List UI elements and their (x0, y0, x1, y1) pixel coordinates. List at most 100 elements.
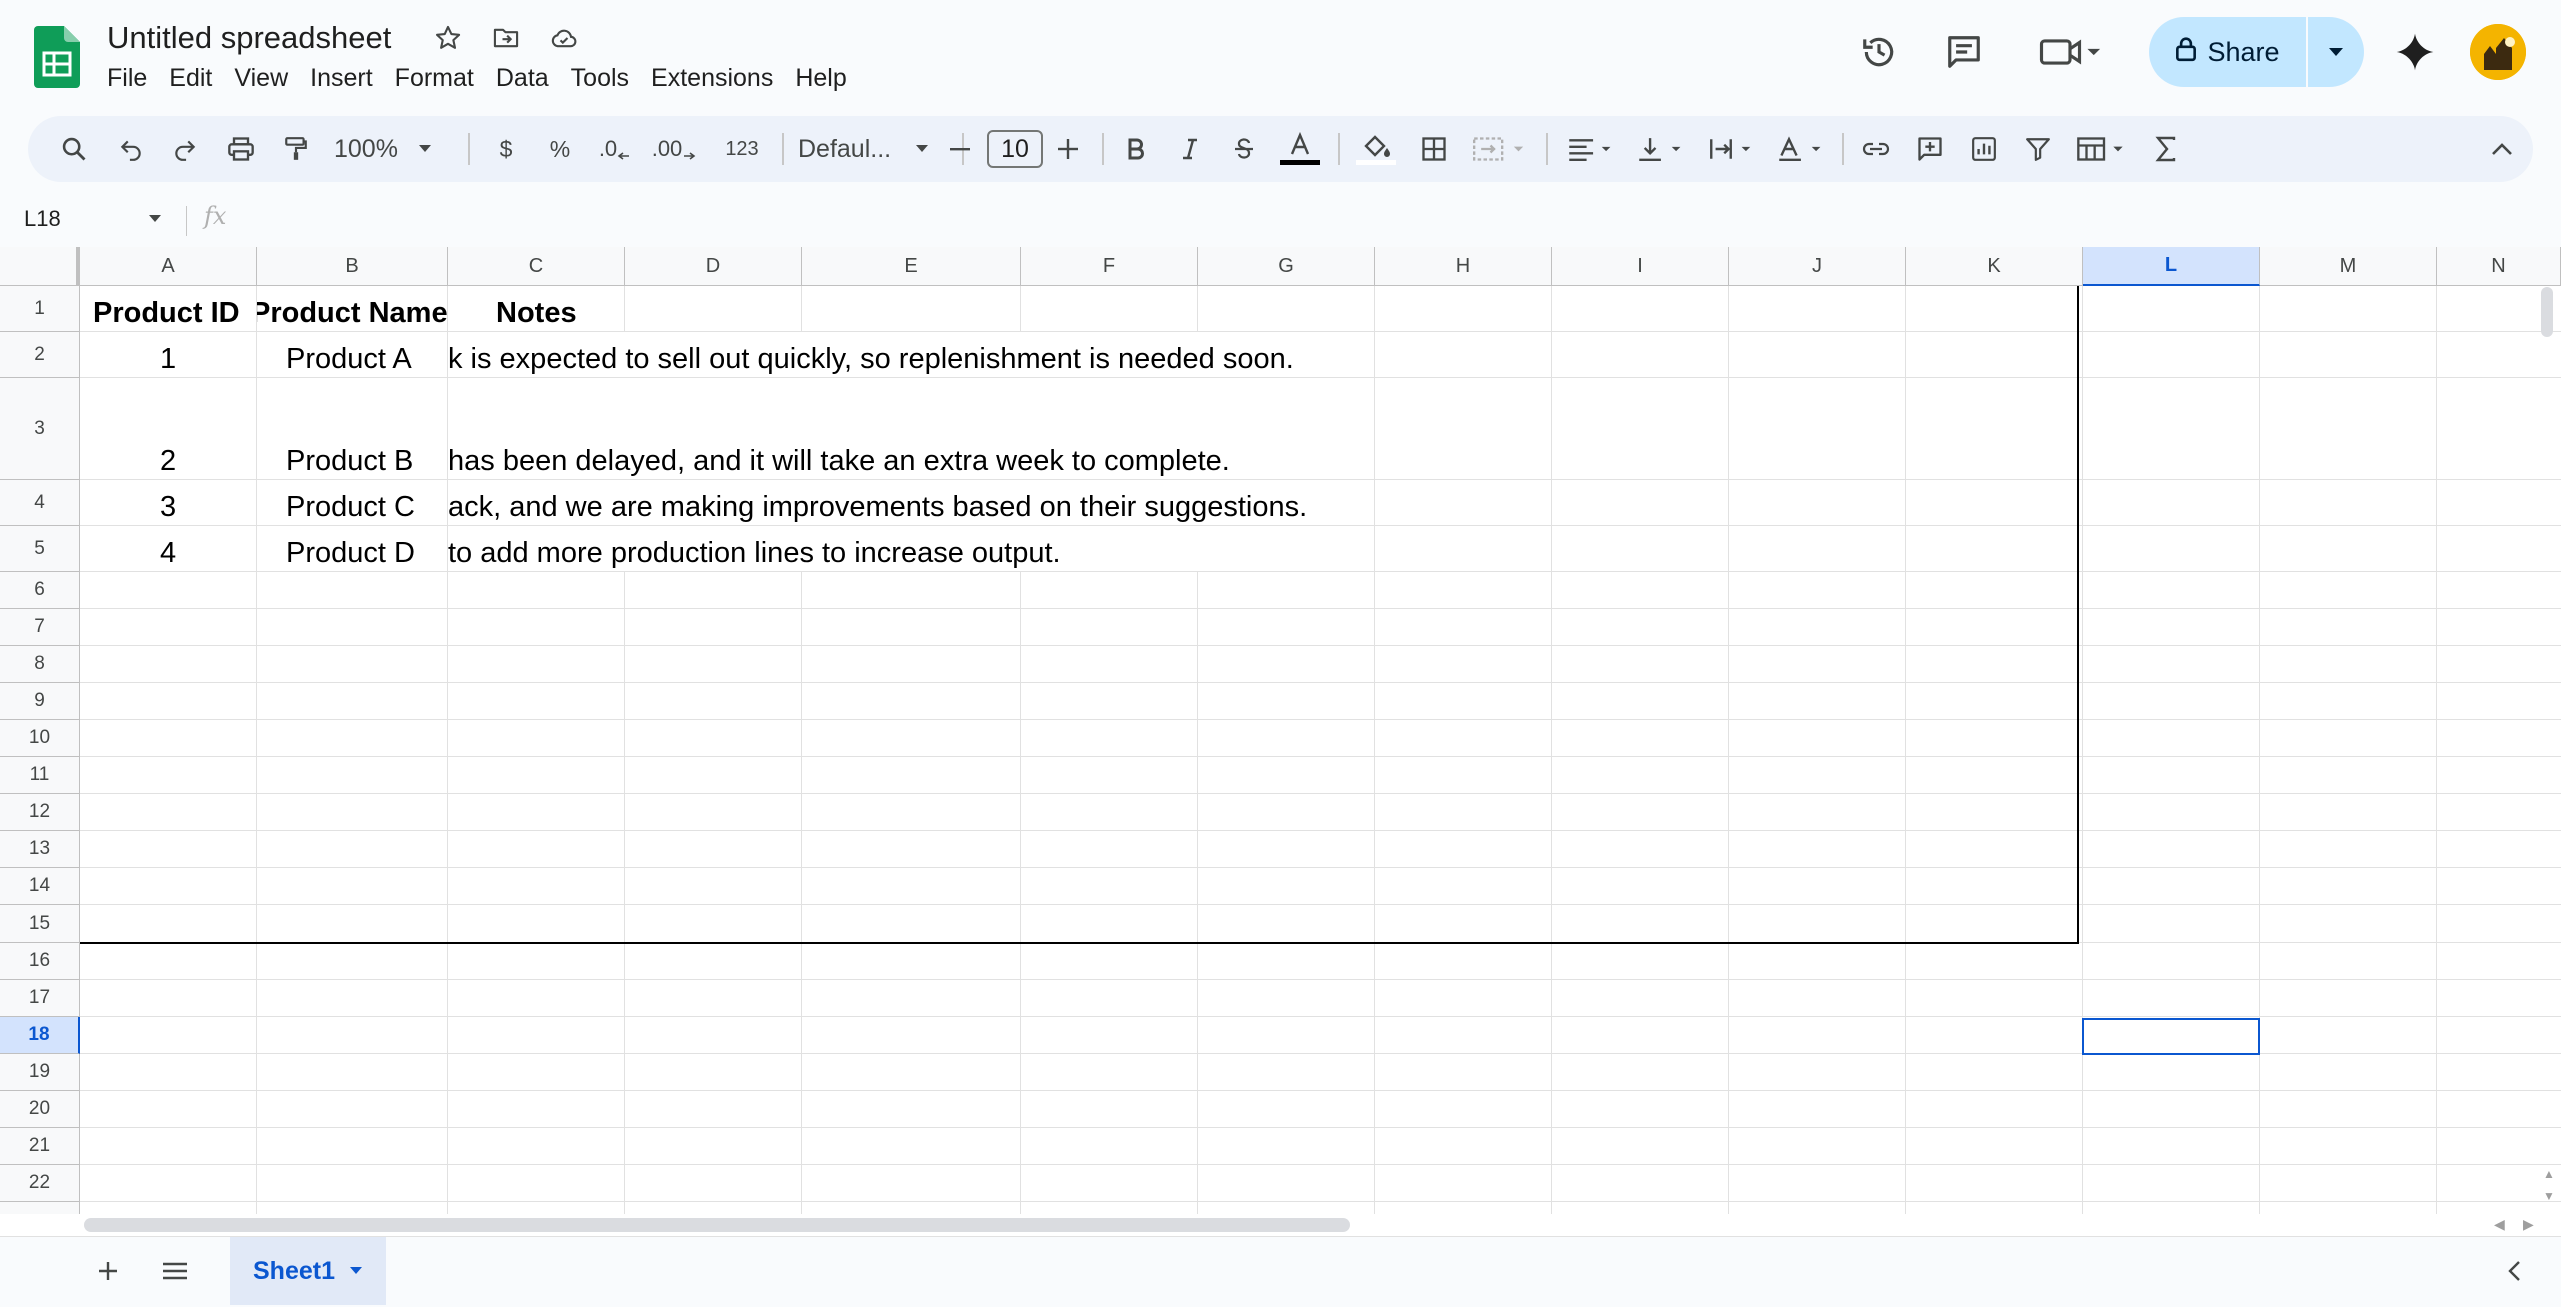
menu-extensions[interactable]: Extensions (651, 64, 785, 93)
cloud-saved-icon[interactable] (546, 20, 582, 56)
comments-icon[interactable] (1940, 28, 1988, 76)
row-header-14[interactable]: 14 (0, 868, 80, 905)
selected-cell-l18[interactable] (2082, 1018, 2260, 1055)
horizontal-align-icon[interactable] (1562, 116, 1622, 182)
column-header-a[interactable]: A (80, 247, 257, 286)
column-header-d[interactable]: D (625, 247, 802, 286)
menu-tools[interactable]: Tools (571, 64, 641, 93)
row-header-2[interactable]: 2 (0, 332, 80, 378)
menu-file[interactable]: File (107, 64, 159, 93)
filter-icon[interactable] (2018, 116, 2058, 182)
meet-video-icon[interactable] (2035, 28, 2105, 76)
scroll-up-arrow-icon[interactable]: ▲ (2543, 1167, 2555, 1181)
column-header-c[interactable]: C (448, 247, 625, 286)
row-header-5[interactable]: 5 (0, 526, 80, 572)
formula-input[interactable] (250, 202, 2530, 238)
row-header-21[interactable]: 21 (0, 1128, 80, 1165)
row-header-9[interactable]: 9 (0, 683, 80, 720)
explore-side-panel-icon[interactable] (2494, 1251, 2534, 1291)
column-header-l[interactable]: L (2083, 247, 2260, 286)
sheet-tab-dropdown-icon[interactable] (349, 1266, 363, 1276)
gemini-sparkle-icon[interactable] (2391, 28, 2439, 76)
fill-color-icon[interactable] (1352, 116, 1400, 182)
italic-icon[interactable] (1170, 116, 1210, 182)
more-formats-button[interactable]: 123 (714, 116, 770, 182)
text-rotation-icon[interactable] (1772, 116, 1832, 182)
filter-views-icon[interactable] (2072, 116, 2136, 182)
bold-icon[interactable] (1116, 116, 1156, 182)
row-header-7[interactable]: 7 (0, 609, 80, 646)
font-size-input[interactable]: 10 (987, 130, 1043, 168)
name-box-dropdown-icon[interactable] (147, 212, 163, 230)
column-header-f[interactable]: F (1021, 247, 1198, 286)
increase-decimal-button[interactable]: .00 (644, 116, 704, 182)
increase-font-size-icon[interactable] (1050, 116, 1086, 182)
borders-icon[interactable] (1412, 116, 1456, 182)
row-header-22[interactable]: 22 (0, 1165, 80, 1202)
vertical-align-icon[interactable] (1632, 116, 1692, 182)
print-icon[interactable] (221, 116, 261, 182)
menu-view[interactable]: View (234, 64, 300, 93)
insert-chart-icon[interactable] (1964, 116, 2004, 182)
format-percent-button[interactable]: % (540, 116, 580, 182)
row-header-6[interactable]: 6 (0, 572, 80, 609)
horizontal-scrollbar[interactable] (84, 1218, 1350, 1232)
scroll-left-arrow-icon[interactable]: ◀ (2494, 1216, 2505, 1233)
column-header-k[interactable]: K (1906, 247, 2083, 286)
column-header-b[interactable]: B (257, 247, 448, 286)
row-header-8[interactable]: 8 (0, 646, 80, 683)
font-family-select[interactable]: Defaul... (798, 116, 948, 182)
scroll-right-arrow-icon[interactable]: ▶ (2523, 1216, 2534, 1233)
row-header-18[interactable]: 18 (0, 1017, 80, 1054)
row-header-19[interactable]: 19 (0, 1054, 80, 1091)
share-dropdown-icon[interactable] (2308, 17, 2364, 87)
row-header-13[interactable]: 13 (0, 831, 80, 868)
insert-comment-icon[interactable] (1910, 116, 1950, 182)
row-header-11[interactable]: 11 (0, 757, 80, 794)
functions-icon[interactable] (2146, 116, 2186, 182)
row-header-10[interactable]: 10 (0, 720, 80, 757)
column-header-i[interactable]: I (1552, 247, 1729, 286)
collapse-menus-icon[interactable] (2482, 116, 2522, 182)
menu-help[interactable]: Help (795, 64, 858, 93)
zoom-select[interactable]: 100% (334, 116, 434, 182)
sheet-tab-sheet1[interactable]: Sheet1 (230, 1237, 386, 1305)
paint-format-icon[interactable] (276, 116, 316, 182)
name-box[interactable]: L18 (24, 206, 61, 232)
row-header-12[interactable]: 12 (0, 794, 80, 831)
menu-data[interactable]: Data (496, 64, 561, 93)
format-currency-button[interactable]: $ (488, 116, 524, 182)
column-header-j[interactable]: J (1729, 247, 1906, 286)
insert-link-icon[interactable] (1856, 116, 1896, 182)
merge-cells-icon[interactable] (1466, 116, 1536, 182)
share-button[interactable]: Share (2149, 17, 2364, 87)
menu-insert[interactable]: Insert (310, 64, 385, 93)
column-header-m[interactable]: M (2260, 247, 2437, 286)
all-sheets-menu-icon[interactable] (155, 1251, 195, 1291)
menu-edit[interactable]: Edit (169, 64, 224, 93)
star-icon[interactable] (430, 20, 466, 56)
redo-icon[interactable] (165, 116, 205, 182)
row-header-4[interactable]: 4 (0, 480, 80, 526)
row-header-3[interactable]: 3 (0, 378, 80, 480)
scroll-down-arrow-icon[interactable]: ▼ (2543, 1189, 2555, 1203)
text-color-icon[interactable] (1278, 116, 1322, 182)
text-wrapping-icon[interactable] (1704, 116, 1764, 182)
version-history-icon[interactable] (1855, 28, 1903, 76)
row-header-16[interactable]: 16 (0, 943, 80, 980)
sheets-logo-icon[interactable] (34, 26, 80, 88)
row-header-1[interactable]: 1 (0, 286, 80, 332)
undo-icon[interactable] (111, 116, 151, 182)
add-sheet-icon[interactable] (88, 1251, 128, 1291)
move-folder-icon[interactable] (488, 20, 524, 56)
select-all-corner[interactable] (0, 247, 80, 286)
row-header-20[interactable]: 20 (0, 1091, 80, 1128)
strikethrough-icon[interactable] (1224, 116, 1264, 182)
column-header-n[interactable]: N (2437, 247, 2561, 286)
decrease-decimal-button[interactable]: .0 (590, 116, 640, 182)
column-header-e[interactable]: E (802, 247, 1021, 286)
spreadsheet-grid[interactable]: A B C D E F G H I J K L M N 1 2 3 4 5 6 … (0, 247, 2561, 1219)
vertical-scrollbar[interactable] (2541, 287, 2553, 337)
search-menus-icon[interactable] (54, 116, 94, 182)
column-header-g[interactable]: G (1198, 247, 1375, 286)
